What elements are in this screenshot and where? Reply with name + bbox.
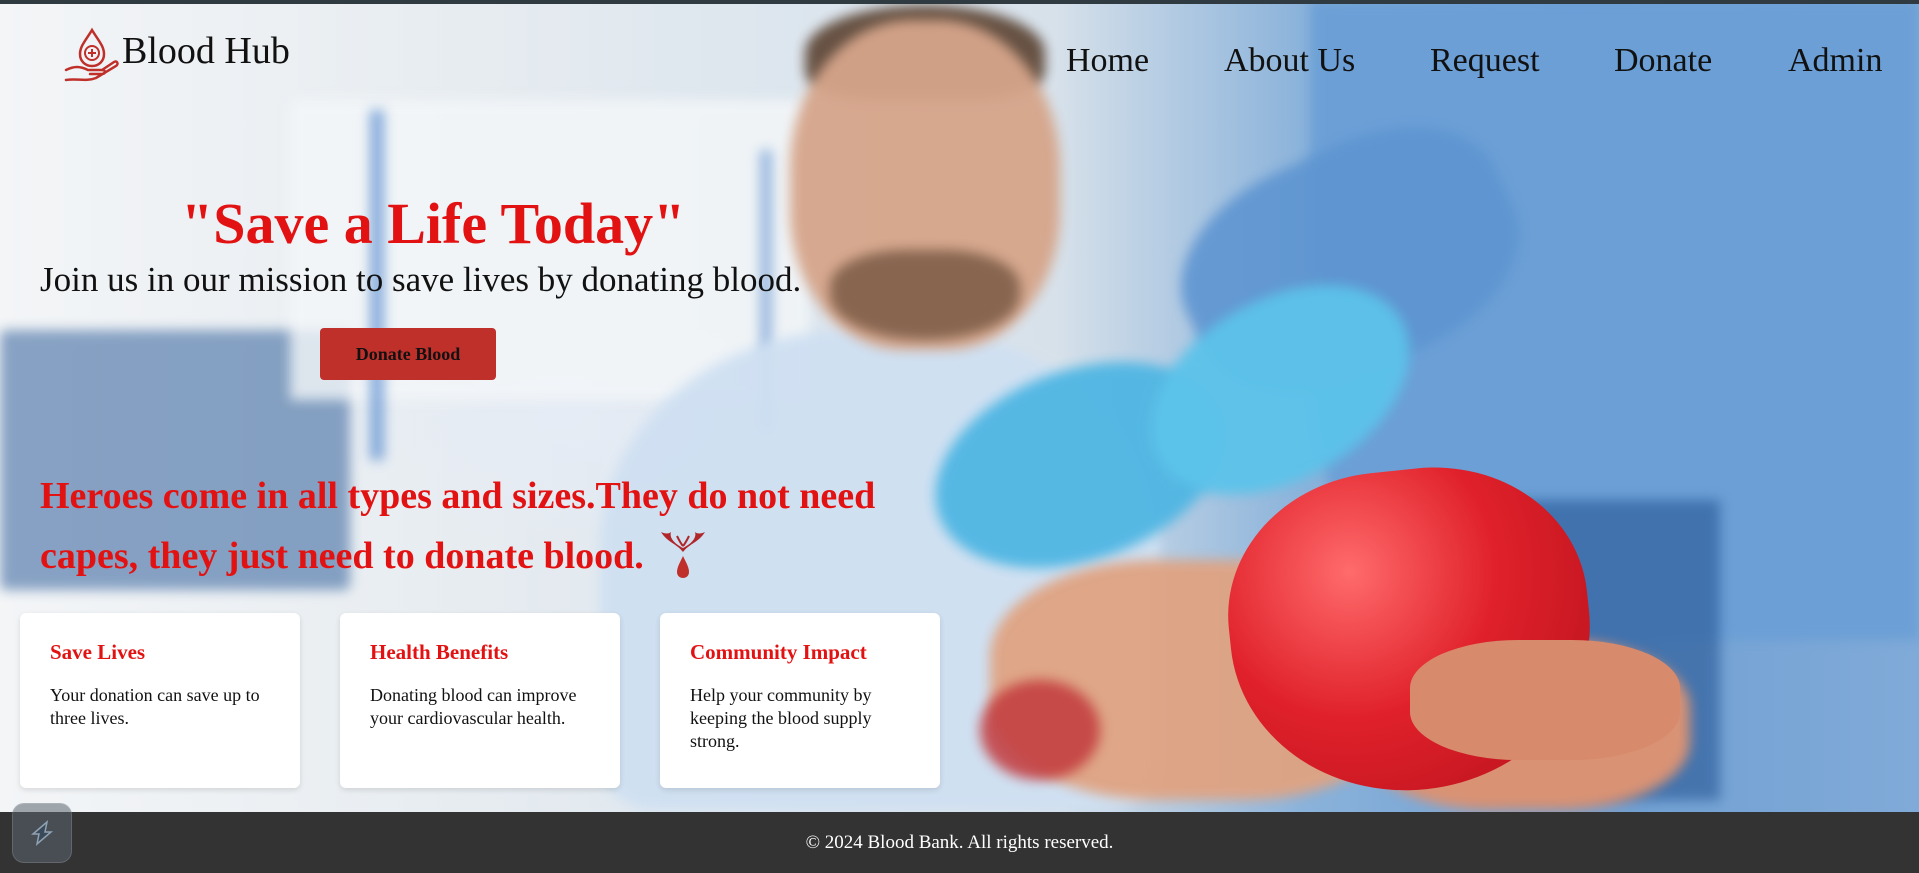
nav-donate[interactable]: Donate xyxy=(1614,44,1712,78)
card-title: Health Benefits xyxy=(370,640,509,664)
hero-title: "Save a Life Today" xyxy=(181,191,686,256)
hero-subtitle: Join us in our mission to save lives by … xyxy=(40,260,802,299)
nav-request[interactable]: Request xyxy=(1430,44,1540,78)
nav-home[interactable]: Home xyxy=(1066,44,1149,78)
card-text: Your donation can save up to three lives… xyxy=(50,685,260,728)
card-title: Community Impact xyxy=(690,640,867,664)
nav-about-us[interactable]: About Us xyxy=(1224,44,1355,78)
footer-copyright: © 2024 Blood Bank. All rights reserved. xyxy=(805,832,1114,853)
app-logo-icon xyxy=(30,820,54,846)
heart-wings-drop-icon xyxy=(661,532,706,578)
info-card-health-benefits: Health Benefits Donating blood can impro… xyxy=(340,613,620,788)
nav-admin[interactable]: Admin xyxy=(1788,44,1882,78)
info-card-community-impact: Community Impact Help your community by … xyxy=(660,613,940,788)
info-card-save-lives: Save Lives Your donation can save up to … xyxy=(20,613,300,788)
top-border xyxy=(0,0,1919,4)
page: Blood Hub Home About Us Request Donate A… xyxy=(0,0,1919,873)
hero-quote-text: Heroes come in all types and sizes.They … xyxy=(40,475,876,577)
footer: © 2024 Blood Bank. All rights reserved. xyxy=(0,812,1919,873)
hand-blood-drop-icon xyxy=(64,27,119,82)
donate-blood-button[interactable]: Donate Blood xyxy=(320,328,496,380)
floating-app-badge[interactable] xyxy=(12,803,72,863)
hero-quote: Heroes come in all types and sizes.They … xyxy=(40,466,940,586)
card-title: Save Lives xyxy=(50,640,146,664)
brand-name[interactable]: Blood Hub xyxy=(122,32,290,70)
card-text: Donating blood can improve your cardiova… xyxy=(370,685,577,728)
card-text: Help your community by keeping the blood… xyxy=(690,685,872,751)
